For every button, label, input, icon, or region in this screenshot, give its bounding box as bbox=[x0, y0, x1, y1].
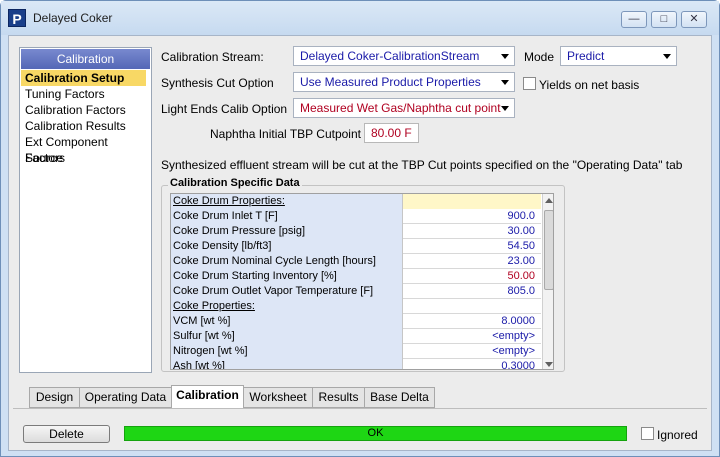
scroll-down-icon[interactable] bbox=[545, 362, 553, 367]
row-name: Coke Drum Pressure [psig] bbox=[171, 224, 403, 239]
table-row[interactable]: Nitrogen [wt %] <empty> bbox=[171, 344, 541, 359]
calibration-stream-label: Calibration Stream: bbox=[161, 50, 264, 64]
table-row[interactable]: Coke Drum Properties: bbox=[171, 194, 541, 209]
row-name: Sulfur [wt %] bbox=[171, 329, 403, 344]
synthesis-cut-label: Synthesis Cut Option bbox=[161, 76, 274, 90]
nav-item-ext-component-factors[interactable]: Ext Component Factors bbox=[20, 134, 151, 165]
table-row[interactable]: Coke Drum Starting Inventory [%] 50.00 bbox=[171, 269, 541, 284]
nav-item-calibration-setup[interactable]: Calibration Setup bbox=[21, 70, 146, 86]
chevron-down-icon bbox=[501, 54, 509, 59]
nav-header: Calibration bbox=[21, 49, 150, 69]
mode-value: Predict bbox=[567, 49, 605, 63]
table-row[interactable]: Coke Drum Pressure [psig] 30.00 bbox=[171, 224, 541, 239]
table-row[interactable]: Coke Drum Outlet Vapor Temperature [F] 8… bbox=[171, 284, 541, 299]
scroll-thumb[interactable] bbox=[544, 210, 553, 290]
row-value[interactable]: 30.00 bbox=[403, 224, 541, 239]
yields-net-label: Yields on net basis bbox=[539, 78, 640, 92]
nav-item-calibration-factors[interactable]: Calibration Factors bbox=[20, 102, 151, 118]
row-value[interactable]: 50.00 bbox=[403, 269, 541, 284]
row-value[interactable]: <empty> bbox=[403, 329, 541, 344]
mode-select[interactable]: Predict bbox=[560, 46, 677, 66]
window-title: Delayed Coker bbox=[33, 11, 113, 25]
synthesis-cut-select[interactable]: Use Measured Product Properties bbox=[293, 72, 515, 92]
status-bar: OK bbox=[124, 426, 627, 441]
row-value[interactable]: 0.3000 bbox=[403, 359, 541, 369]
scroll-up-icon[interactable] bbox=[545, 198, 553, 203]
row-value[interactable]: 8.0000 bbox=[403, 314, 541, 329]
calibration-specific-group: Calibration Specific Data Coke Drum Prop… bbox=[161, 177, 565, 372]
grid-scrollbar[interactable] bbox=[542, 194, 553, 369]
calibration-stream-select[interactable]: Delayed Coker-CalibrationStream bbox=[293, 46, 515, 66]
table-row[interactable]: Sulfur [wt %] <empty> bbox=[171, 329, 541, 344]
row-name: VCM [wt %] bbox=[171, 314, 403, 329]
light-ends-value: Measured Wet Gas/Naphtha cut point bbox=[300, 101, 501, 115]
tab-design[interactable]: Design bbox=[29, 387, 80, 408]
minimize-button[interactable]: — bbox=[621, 11, 647, 28]
row-name: Coke Properties: bbox=[171, 299, 403, 314]
calibration-specific-grid: Coke Drum Properties: Coke Drum Inlet T … bbox=[170, 193, 554, 370]
delayed-coker-window: P Delayed Coker — □ ✕ Calibration Calibr… bbox=[0, 0, 720, 457]
naphtha-tbp-input[interactable]: 80.00 F bbox=[364, 123, 419, 143]
row-value[interactable]: <empty> bbox=[403, 344, 541, 359]
light-ends-label: Light Ends Calib Option bbox=[161, 102, 288, 116]
row-name: Ash [wt %] bbox=[171, 359, 403, 369]
chevron-down-icon bbox=[501, 106, 509, 111]
row-value bbox=[403, 299, 541, 314]
row-value[interactable]: 900.0 bbox=[403, 209, 541, 224]
row-name: Coke Density [lb/ft3] bbox=[171, 239, 403, 254]
close-button[interactable]: ✕ bbox=[681, 11, 707, 28]
ignored-checkbox[interactable] bbox=[641, 427, 654, 440]
table-row[interactable]: Coke Drum Inlet T [F] 900.0 bbox=[171, 209, 541, 224]
maximize-icon: □ bbox=[660, 13, 668, 25]
tab-results[interactable]: Results bbox=[312, 387, 365, 408]
table-row[interactable]: Ash [wt %] 0.3000 bbox=[171, 359, 541, 369]
group-title: Calibration Specific Data bbox=[168, 177, 302, 189]
app-icon: P bbox=[8, 9, 26, 27]
minimize-icon: — bbox=[628, 13, 640, 25]
mode-label: Mode bbox=[524, 50, 555, 64]
naphtha-tbp-label: Naphtha Initial TBP Cutpoint bbox=[210, 127, 361, 141]
client-area: Calibration Calibration Setup Tuning Fac… bbox=[8, 35, 712, 451]
table-row[interactable]: VCM [wt %] 8.0000 bbox=[171, 314, 541, 329]
calibration-stream-value: Delayed Coker-CalibrationStream bbox=[300, 49, 480, 63]
nav-item-tuning-factors[interactable]: Tuning Factors bbox=[20, 86, 151, 102]
tab-calibration[interactable]: Calibration bbox=[171, 385, 244, 408]
row-value[interactable]: 805.0 bbox=[403, 284, 541, 299]
nav-item-calibration-results[interactable]: Calibration Results bbox=[20, 118, 151, 134]
delete-button[interactable]: Delete bbox=[23, 425, 110, 443]
row-value[interactable]: 23.00 bbox=[403, 254, 541, 269]
chevron-down-icon bbox=[663, 54, 671, 59]
row-name: Coke Drum Starting Inventory [%] bbox=[171, 269, 403, 284]
title-bar: P Delayed Coker — □ ✕ bbox=[1, 1, 719, 35]
tab-base-delta[interactable]: Base Delta bbox=[364, 387, 435, 408]
maximize-button[interactable]: □ bbox=[651, 11, 677, 28]
row-name: Coke Drum Properties: bbox=[171, 194, 403, 209]
synthesis-cut-value: Use Measured Product Properties bbox=[300, 75, 481, 89]
cut-note: Synthesized effluent stream will be cut … bbox=[161, 158, 683, 172]
row-name: Nitrogen [wt %] bbox=[171, 344, 403, 359]
row-value[interactable] bbox=[403, 194, 541, 209]
tab-operating-data[interactable]: Operating Data bbox=[79, 387, 172, 408]
close-icon: ✕ bbox=[689, 13, 699, 25]
tab-worksheet[interactable]: Worksheet bbox=[243, 387, 313, 408]
row-name: Coke Drum Nominal Cycle Length [hours] bbox=[171, 254, 403, 269]
nav-item-source[interactable]: Source bbox=[20, 150, 151, 166]
table-row[interactable]: Coke Density [lb/ft3] 54.50 bbox=[171, 239, 541, 254]
tab-separator bbox=[13, 408, 707, 409]
ignored-label: Ignored bbox=[657, 428, 698, 442]
row-value[interactable]: 54.50 bbox=[403, 239, 541, 254]
light-ends-select[interactable]: Measured Wet Gas/Naphtha cut point bbox=[293, 98, 515, 118]
chevron-down-icon bbox=[501, 80, 509, 85]
table-row[interactable]: Coke Properties: bbox=[171, 299, 541, 314]
row-name: Coke Drum Outlet Vapor Temperature [F] bbox=[171, 284, 403, 299]
yields-net-checkbox[interactable] bbox=[523, 77, 536, 90]
row-name: Coke Drum Inlet T [F] bbox=[171, 209, 403, 224]
nav-panel: Calibration Calibration Setup Tuning Fac… bbox=[19, 47, 152, 373]
table-row[interactable]: Coke Drum Nominal Cycle Length [hours] 2… bbox=[171, 254, 541, 269]
